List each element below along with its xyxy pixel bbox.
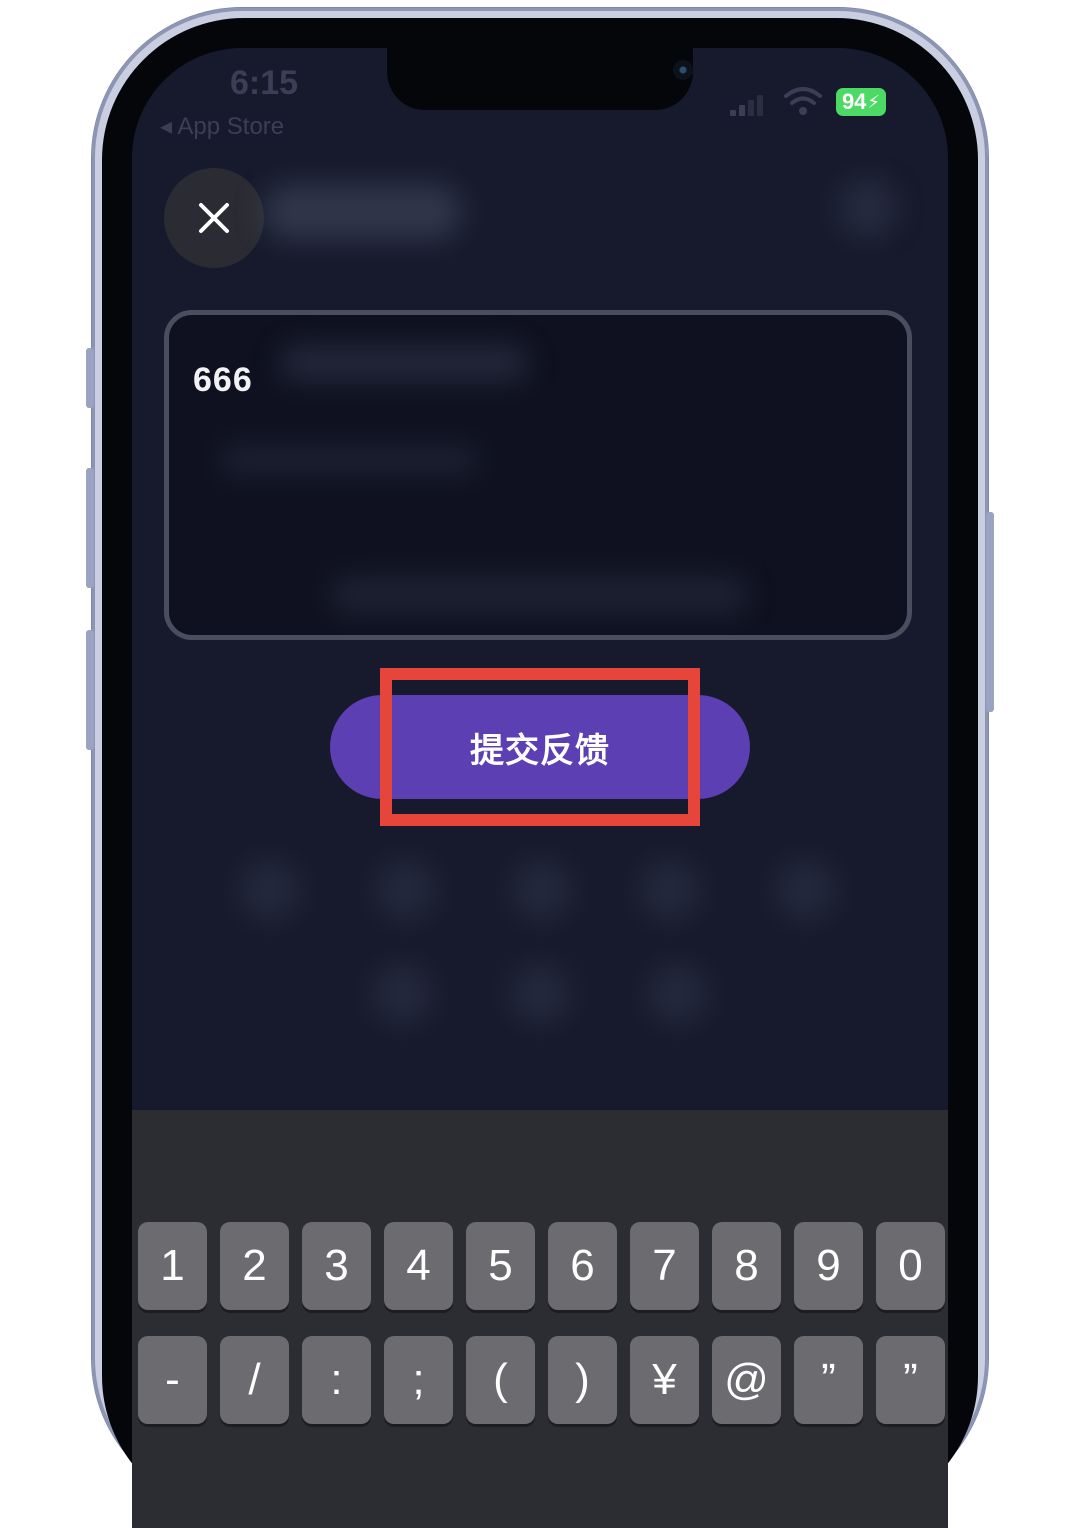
back-to-app-store-link[interactable]: ◂ App Store <box>160 112 284 141</box>
signal-icon <box>730 94 764 116</box>
battery-indicator: 94 ⚡ <box>836 88 886 116</box>
blurred-placeholder <box>329 575 749 615</box>
key-3[interactable]: 3 <box>302 1222 371 1310</box>
key-semicolon[interactable]: ; <box>384 1336 453 1424</box>
status-time: 6:15 <box>230 64 299 102</box>
side-button-power <box>986 512 994 712</box>
app-screen: 6:15 ◂ App Store 94 ⚡ 666 提交反馈 1 2 3 4 5… <box>132 48 948 1528</box>
key-8[interactable]: 8 <box>712 1222 781 1310</box>
key-open-paren[interactable]: ( <box>466 1336 535 1424</box>
blurred-dot <box>776 860 836 920</box>
blurred-placeholder <box>219 445 479 475</box>
blurred-dot <box>376 860 436 920</box>
side-button-mute <box>86 348 94 408</box>
key-5[interactable]: 5 <box>466 1222 535 1310</box>
close-icon <box>199 203 229 233</box>
key-hyphen[interactable]: - <box>138 1336 207 1424</box>
wifi-icon <box>784 87 822 115</box>
notch <box>387 48 693 110</box>
close-button[interactable] <box>164 168 264 268</box>
keyboard-row-symbols: - / : ; ( ) ¥ @ ” ” <box>138 1336 945 1424</box>
numeric-keyboard: 1 2 3 4 5 6 7 8 9 0 - / : ; ( ) ¥ @ ” ” <box>132 1110 948 1528</box>
key-quote-close[interactable]: ” <box>876 1336 945 1424</box>
front-camera <box>673 60 693 80</box>
key-4[interactable]: 4 <box>384 1222 453 1310</box>
key-quote-open[interactable]: ” <box>794 1336 863 1424</box>
key-7[interactable]: 7 <box>630 1222 699 1310</box>
blurred-dot <box>640 860 700 920</box>
blurred-dot <box>240 860 300 920</box>
feedback-input-value: 666 <box>193 361 253 399</box>
key-at[interactable]: @ <box>712 1336 781 1424</box>
key-6[interactable]: 6 <box>548 1222 617 1310</box>
key-colon[interactable]: : <box>302 1336 371 1424</box>
key-close-paren[interactable]: ) <box>548 1336 617 1424</box>
battery-level: 94 <box>841 89 867 114</box>
blurred-title <box>262 184 462 240</box>
blurred-dot <box>648 964 708 1024</box>
keyboard-row-digits: 1 2 3 4 5 6 7 8 9 0 <box>138 1222 945 1310</box>
charging-bolt-icon: ⚡ <box>867 91 881 112</box>
blurred-header-icon <box>838 178 898 238</box>
side-button-volume-down <box>86 630 94 750</box>
key-9[interactable]: 9 <box>794 1222 863 1310</box>
blurred-placeholder <box>279 345 529 381</box>
blurred-dot <box>372 964 432 1024</box>
key-slash[interactable]: / <box>220 1336 289 1424</box>
key-2[interactable]: 2 <box>220 1222 289 1310</box>
side-button-volume-up <box>86 468 94 588</box>
key-yen[interactable]: ¥ <box>630 1336 699 1424</box>
key-0[interactable]: 0 <box>876 1222 945 1310</box>
blurred-dot <box>512 860 572 920</box>
feedback-textarea[interactable]: 666 <box>164 310 912 640</box>
highlight-annotation-box <box>380 668 700 826</box>
key-1[interactable]: 1 <box>138 1222 207 1310</box>
blurred-dot <box>510 964 570 1024</box>
